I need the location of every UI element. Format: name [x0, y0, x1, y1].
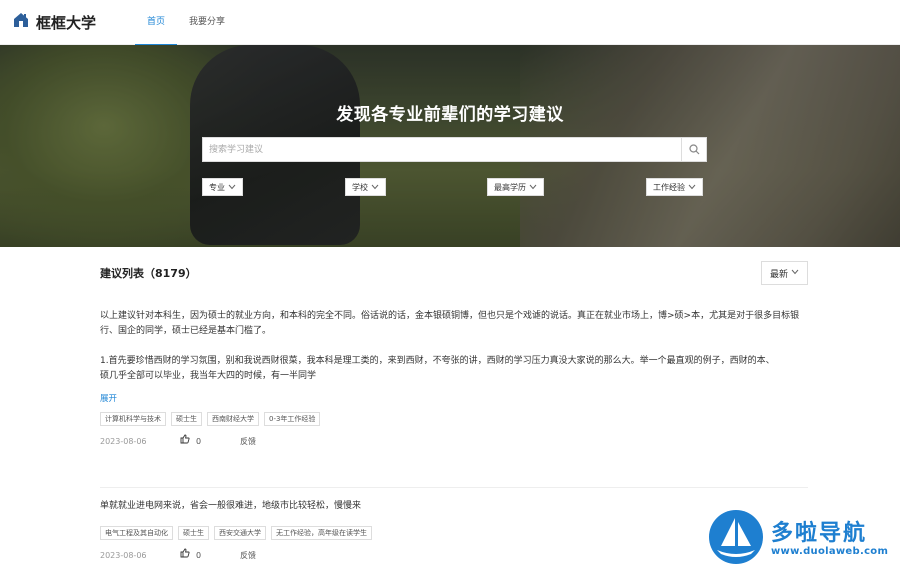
main-nav: 首页 我要分享 [135, 0, 237, 46]
watermark-text: 多啦导航 www.duolaweb.com [771, 520, 889, 557]
tag-major[interactable]: 电气工程及其自动化 [100, 526, 173, 540]
filter-major[interactable]: 专业 [202, 178, 243, 196]
feedback-link[interactable]: 反馈 [240, 434, 256, 449]
chevron-down-icon [371, 183, 379, 192]
tag-degree[interactable]: 硕士生 [171, 412, 202, 426]
chevron-down-icon [228, 183, 236, 192]
chevron-down-icon [688, 183, 696, 192]
like-button[interactable]: 0 [180, 548, 240, 563]
tag-experience[interactable]: 无工作经验，高年级在读学生 [271, 526, 372, 540]
like-count: 0 [196, 550, 202, 560]
filter-experience-label: 工作经验 [653, 182, 685, 192]
feedback-link[interactable]: 反馈 [240, 548, 256, 563]
post-text: 以上建议针对本科生，因为硕士的就业方向，和本科的完全不同。俗话说的话，金本银硕铜… [100, 311, 800, 336]
filter-major-label: 专业 [209, 182, 225, 192]
filter-experience[interactable]: 工作经验 [646, 178, 703, 196]
list-title: 建议列表（8179） [100, 267, 197, 280]
post-meta: 2023-08-06 0 反馈 [100, 548, 808, 562]
like-count: 0 [196, 436, 202, 446]
list-divider [100, 487, 808, 488]
filter-school[interactable]: 学校 [345, 178, 386, 196]
thumbs-up-icon [180, 434, 190, 449]
filter-degree-label: 最高学历 [494, 182, 526, 192]
post-text: 硕几乎全部可以毕业，我当年大四的时候，有一半同学 [100, 371, 317, 381]
tag-school[interactable]: 西南财经大学 [207, 412, 259, 426]
list-item: 单就就业进电网来说，省会一般很难进，地级市比较轻松，慢慢来 电气工程及其自动化 … [100, 499, 808, 562]
search-bar [202, 137, 707, 162]
watermark-title: 多啦导航 [771, 520, 868, 546]
watermark: 多啦导航 www.duolaweb.com [707, 508, 888, 570]
filter-school-label: 学校 [352, 182, 368, 192]
nav-home[interactable]: 首页 [135, 0, 178, 46]
sailboat-logo-icon [707, 508, 765, 570]
chevron-down-icon [529, 183, 537, 192]
search-icon [688, 140, 700, 159]
sort-label: 最新 [769, 269, 788, 280]
search-input[interactable] [203, 138, 681, 161]
hero-banner: 发现各专业前辈们的学习建议 专业 学校 最高学历 工作经验 [0, 45, 900, 247]
tag-degree[interactable]: 硕士生 [178, 526, 209, 540]
post-meta: 2023-08-06 0 反馈 [100, 434, 808, 448]
thumbs-up-icon [180, 548, 190, 563]
school-house-icon [12, 11, 30, 33]
watermark-url: www.duolaweb.com [771, 545, 889, 557]
search-button[interactable] [681, 138, 706, 161]
logo-text: 框框大学 [36, 13, 97, 32]
nav-share[interactable]: 我要分享 [177, 0, 237, 45]
post-text: 1.首先要珍惜西财的学习氛围，别和我说西财很菜，我本科是理工类的，来到西财，不夸… [100, 356, 775, 366]
expand-link[interactable]: 展开 [100, 392, 808, 407]
post-tags: 计算机科学与技术 硕士生 西南财经大学 0-3年工作经验 [100, 412, 808, 426]
filter-degree[interactable]: 最高学历 [487, 178, 544, 196]
sort-dropdown[interactable]: 最新 [761, 261, 808, 285]
like-button[interactable]: 0 [180, 434, 240, 449]
top-header: 框框大学 首页 我要分享 [0, 0, 900, 46]
list-item: 以上建议针对本科生，因为硕士的就业方向，和本科的完全不同。俗话说的话，金本银硕铜… [100, 309, 808, 448]
post-date: 2023-08-06 [100, 436, 147, 446]
site-logo[interactable]: 框框大学 [12, 11, 132, 33]
chevron-down-icon [791, 268, 799, 278]
hero-title: 发现各专业前辈们的学习建议 [336, 105, 564, 125]
tag-experience[interactable]: 0-3年工作经验 [264, 412, 321, 426]
post-tags: 电气工程及其自动化 硕士生 西安交通大学 无工作经验，高年级在读学生 [100, 526, 808, 540]
tag-major[interactable]: 计算机科学与技术 [100, 412, 166, 426]
tag-school[interactable]: 西安交通大学 [214, 526, 266, 540]
post-paragraph-gap [100, 339, 808, 354]
post-text: 单就就业进电网来说，省会一般很难进，地级市比较轻松，慢慢来 [100, 501, 362, 511]
post-date: 2023-08-06 [100, 550, 147, 560]
